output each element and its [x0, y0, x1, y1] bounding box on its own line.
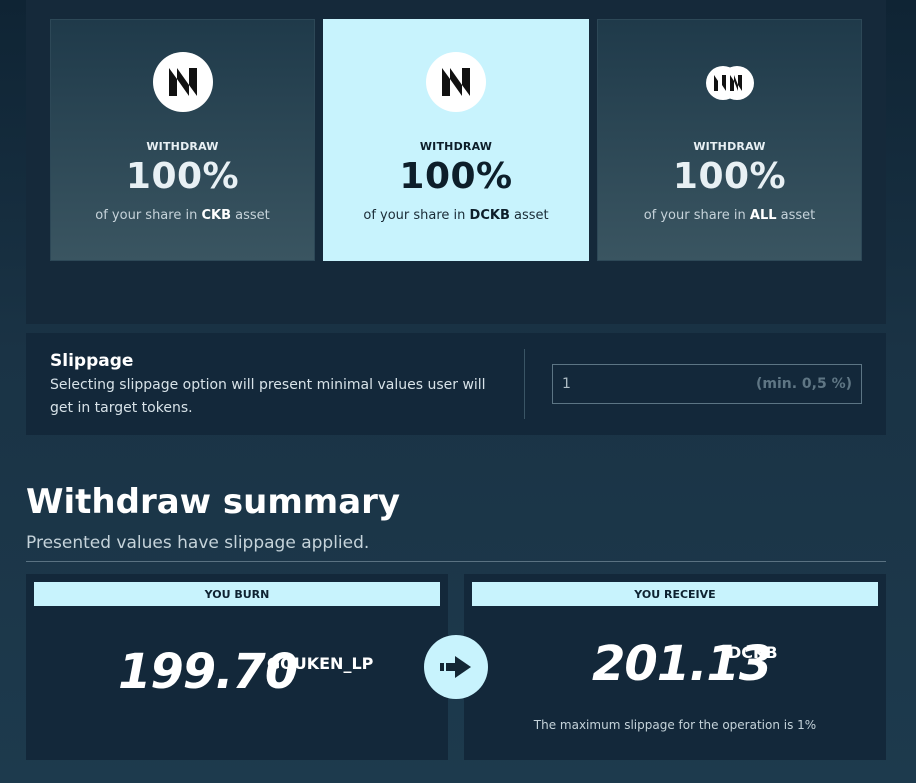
slippage-hint: (min. 0,5 %)	[755, 376, 852, 392]
burn-header: YOU BURN	[34, 582, 440, 606]
withdraw-option-dckb[interactable]: WITHDRAW 100% of your share in DCKB asse…	[323, 19, 589, 261]
option-description: of your share in DCKB asset	[363, 208, 549, 223]
summary-subtitle: Presented values have slippage applied.	[26, 533, 370, 553]
withdraw-option-ckb[interactable]: WITHDRAW 100% of your share in CKB asset	[50, 19, 315, 261]
divider	[26, 561, 886, 562]
slippage-value[interactable]: 1	[562, 376, 571, 392]
nervos-logo-icon	[426, 52, 486, 112]
receive-header: YOU RECEIVE	[472, 582, 878, 606]
option-percent: 100%	[399, 156, 513, 197]
slippage-panel: Slippage Selecting slippage option will …	[26, 333, 886, 435]
burn-box: YOU BURN 199.70 GOUKEN_LP	[26, 574, 448, 760]
nervos-logo-icon	[152, 52, 213, 112]
arrow-right-icon	[424, 635, 488, 699]
option-label: WITHDRAW	[419, 140, 493, 153]
receive-box: YOU RECEIVE 201.13 DCKB The maximum slip…	[464, 574, 886, 760]
option-description: of your share in CKB asset	[95, 208, 270, 223]
burn-unit: GOUKEN_LP	[267, 654, 374, 673]
slippage-input[interactable]: 1 (min. 0,5 %)	[552, 364, 862, 404]
dual-token-logo-icon	[705, 59, 754, 107]
receive-unit: DCKB	[728, 643, 778, 662]
option-description: of your share in ALL asset	[643, 208, 816, 223]
slippage-title: Slippage	[50, 351, 134, 371]
withdraw-option-all[interactable]: WITHDRAW 100% of your share in ALL asset	[597, 19, 862, 261]
slippage-description: Selecting slippage option will present m…	[50, 377, 486, 416]
option-percent: 100%	[125, 156, 240, 197]
divider	[524, 349, 525, 419]
slippage-note: The maximum slippage for the operation i…	[533, 718, 817, 732]
option-percent: 100%	[672, 156, 787, 197]
option-label: WITHDRAW	[693, 140, 766, 153]
option-label: WITHDRAW	[146, 140, 219, 153]
summary-title: Withdraw summary	[26, 482, 401, 522]
